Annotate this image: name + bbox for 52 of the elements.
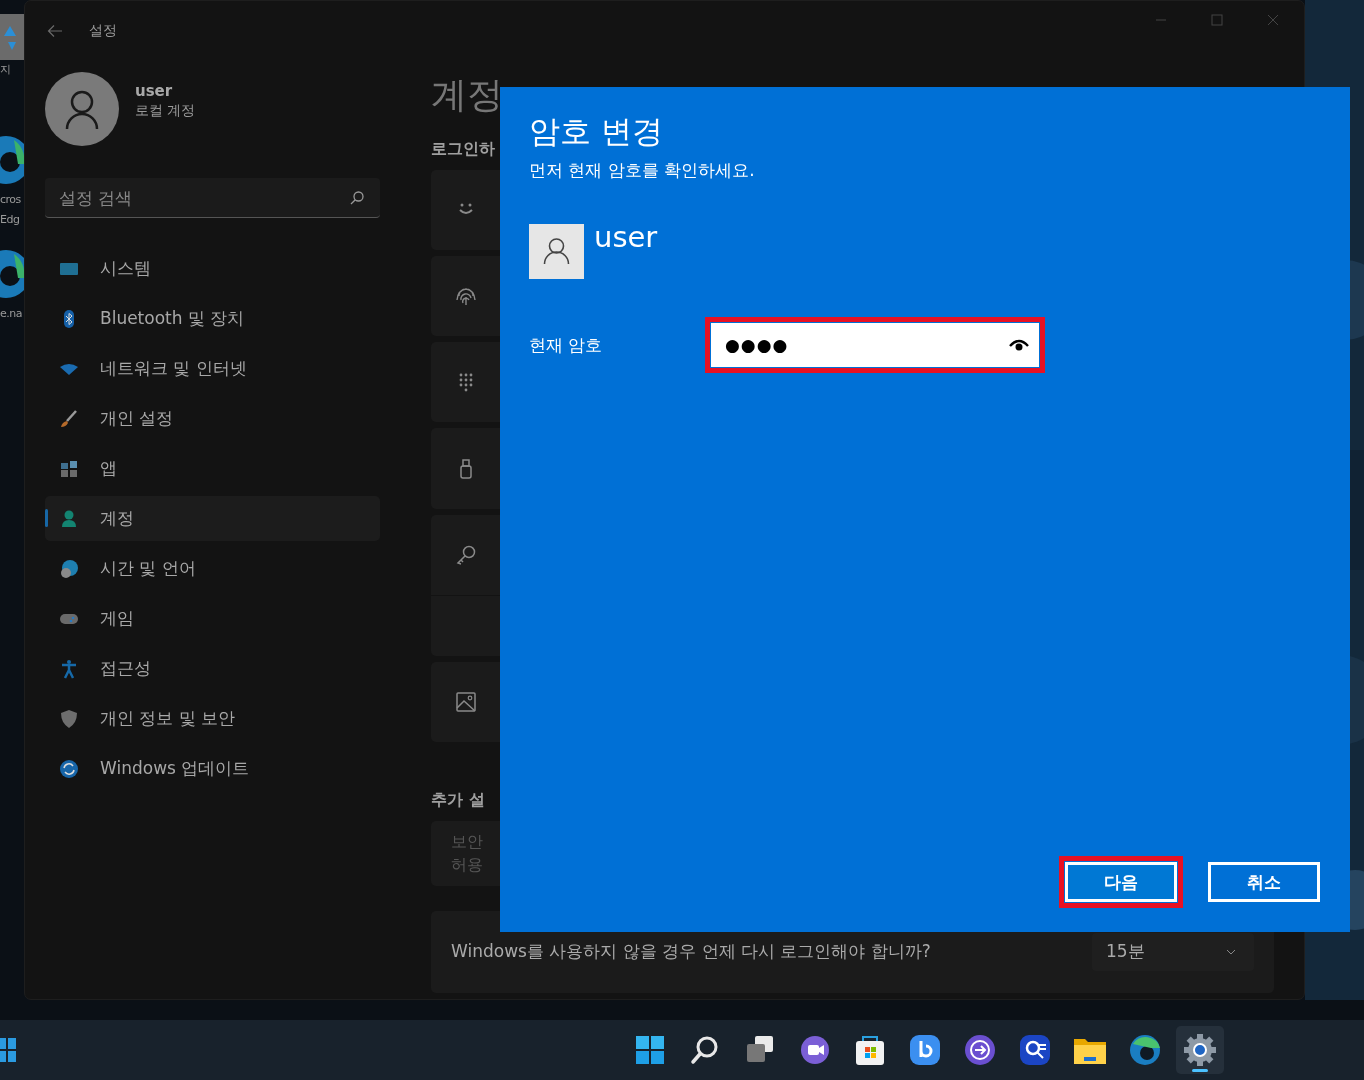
sync-icon bbox=[59, 758, 79, 779]
section-heading: 로그인하 bbox=[431, 139, 496, 160]
account-type: 로컬 계정 bbox=[135, 102, 196, 120]
setting-label: Windows를 사용하지 않을 경우 언제 다시 로그인해야 합니까? bbox=[451, 940, 932, 964]
eye-icon[interactable] bbox=[1009, 338, 1029, 352]
picture-icon bbox=[456, 691, 476, 712]
search-field[interactable]: 설정 검색 bbox=[45, 178, 380, 218]
taskbar-button[interactable] bbox=[1176, 1026, 1224, 1074]
dialog-button[interactable]: 다음 bbox=[1065, 862, 1177, 902]
nav-item[interactable]: 접근성 bbox=[45, 646, 380, 691]
back-arrow-icon[interactable] bbox=[47, 24, 63, 38]
nav-item[interactable]: 시스템 bbox=[45, 246, 380, 291]
desktop-icon-label: Edg bbox=[0, 212, 20, 228]
desktop-icon-label: e.na bbox=[0, 306, 22, 322]
avatar-icon bbox=[529, 224, 584, 279]
user-name: user bbox=[135, 82, 174, 100]
key-icon bbox=[456, 544, 476, 565]
card-description: 보안 허용 bbox=[451, 831, 483, 877]
nav-item[interactable]: 개인 정보 및 보안 bbox=[45, 696, 380, 741]
app-icon[interactable] bbox=[0, 1036, 18, 1064]
shield-icon bbox=[59, 708, 79, 729]
globe-clock-icon bbox=[59, 558, 79, 579]
active-indicator bbox=[1192, 1069, 1208, 1072]
page-heading: 계정 bbox=[431, 75, 504, 115]
nav-item[interactable]: 시간 및 언어 bbox=[45, 546, 380, 591]
dialog-button[interactable]: 취소 bbox=[1208, 862, 1320, 902]
dialog-subtitle: 먼저 현재 암호를 확인하세요. bbox=[529, 159, 756, 182]
desktop-icon-label: cros bbox=[0, 192, 21, 208]
nav-item[interactable]: 게임 bbox=[45, 596, 380, 641]
fingerprint-icon bbox=[456, 286, 476, 307]
selection-indicator bbox=[45, 509, 48, 527]
section-heading: 추가 설 bbox=[431, 790, 486, 812]
timeout-dropdown[interactable]: 15분 bbox=[1092, 932, 1254, 971]
nav-item[interactable]: 네트워크 및 인터넷 bbox=[45, 346, 380, 391]
person-icon bbox=[59, 508, 79, 529]
brush-icon bbox=[59, 408, 79, 429]
avatar-icon bbox=[45, 72, 119, 146]
search-icon[interactable] bbox=[350, 191, 364, 205]
user-name: user bbox=[594, 224, 658, 250]
accessibility-icon bbox=[59, 658, 79, 679]
desktop-icon-label: 지 bbox=[0, 62, 11, 78]
field-label: 현재 암호 bbox=[529, 333, 604, 357]
nav-item[interactable]: 개인 설정 bbox=[45, 396, 380, 441]
nav-item[interactable]: 계정 bbox=[45, 496, 380, 541]
nav-item[interactable]: Bluetooth 및 장치 bbox=[45, 296, 380, 341]
chevron-down-icon bbox=[1226, 948, 1236, 955]
window-title: 설정 bbox=[89, 22, 117, 40]
nav-item[interactable]: Windows 업데이트 bbox=[45, 746, 380, 791]
grid-icon bbox=[59, 458, 79, 479]
dialog-title: 암호 변경 bbox=[529, 112, 664, 151]
password-field[interactable]: ●●●● bbox=[711, 323, 1039, 367]
nav-item[interactable]: 앱 bbox=[45, 446, 380, 491]
